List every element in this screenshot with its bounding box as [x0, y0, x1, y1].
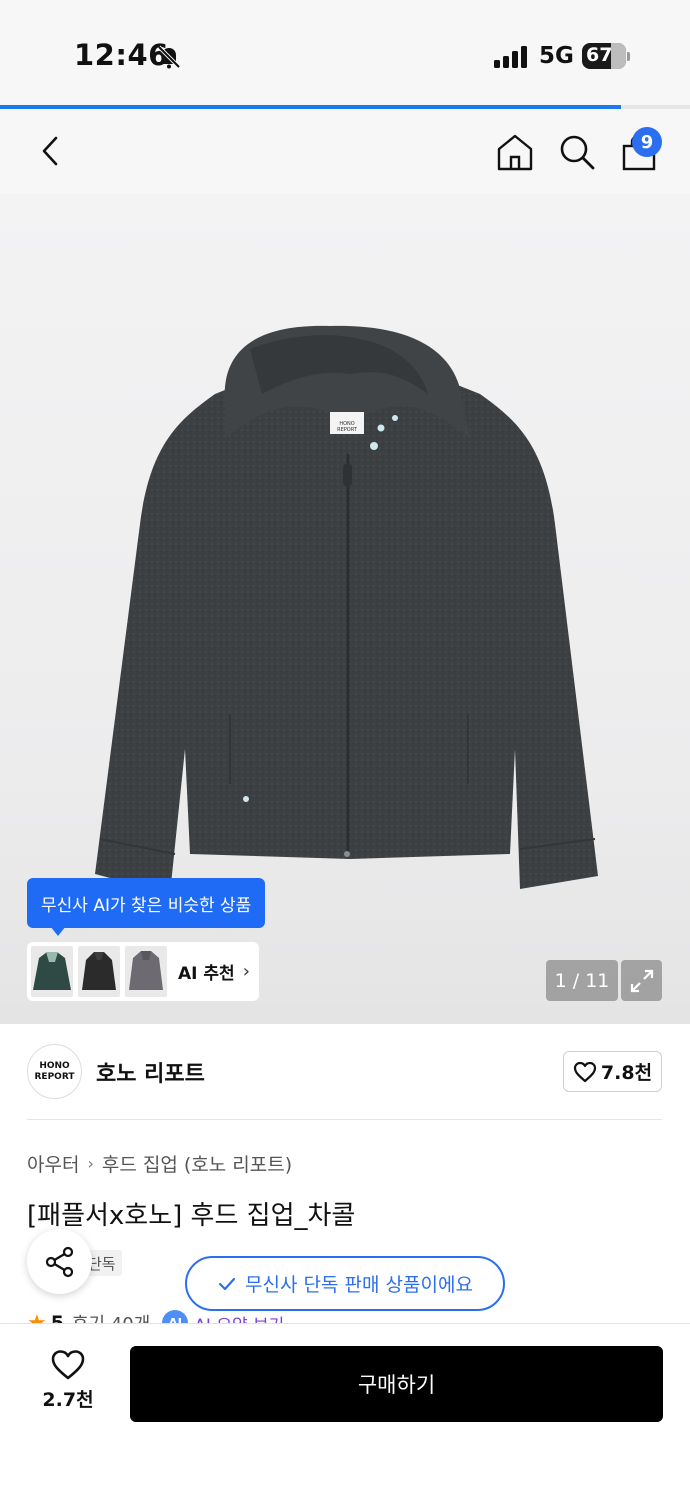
home-icon	[497, 134, 533, 171]
ai-recommend-label: AI 추천	[178, 964, 235, 984]
ai-thumbnail[interactable]	[31, 946, 73, 997]
signal-icon	[494, 46, 527, 68]
chevron-left-icon	[42, 136, 58, 166]
status-bar: 12:46 5G 67	[0, 0, 690, 105]
top-navigation	[0, 109, 690, 194]
exclusive-notice-text: 무신사 단독 판매 상품이에요	[245, 1274, 473, 1296]
brand-name[interactable]: 호노 리포트	[96, 1056, 205, 1088]
brand-like-button[interactable]: 7.8천	[563, 1051, 662, 1092]
image-page-indicator: 1 / 11	[546, 960, 618, 1001]
breadcrumb-separator-icon: ›	[87, 1154, 94, 1173]
product-like-button[interactable]: 2.7천	[30, 1349, 106, 1419]
brand-like-count: 7.8천	[600, 1062, 653, 1084]
brand-row: HONO REPORT 호노 리포트 7.8천	[0, 1024, 690, 1120]
check-icon	[218, 1277, 236, 1290]
heart-icon	[573, 1061, 597, 1082]
garment-label-text: HONO REPORT	[337, 421, 357, 433]
divider	[27, 1119, 662, 1120]
breadcrumb-subcategory[interactable]: 후드 집업 (호노 리포트)	[102, 1150, 292, 1177]
chevron-right-icon: ›	[242, 961, 250, 982]
heart-icon	[51, 1350, 85, 1380]
search-button[interactable]	[556, 131, 598, 173]
buy-button[interactable]: 구매하기	[130, 1346, 663, 1422]
brand-logo[interactable]: HONO REPORT	[27, 1044, 82, 1099]
home-button[interactable]	[494, 131, 536, 173]
status-time: 12:46	[74, 38, 169, 72]
ai-similar-products-tooltip: 무신사 AI가 찾은 비슷한 상품	[27, 878, 266, 928]
cart-count-badge: 9	[632, 127, 662, 157]
share-button[interactable]	[27, 1229, 92, 1294]
exclusive-notice-pill: 무신사 단독 판매 상품이에요	[185, 1256, 505, 1311]
ai-thumbnail[interactable]	[125, 946, 167, 997]
ai-thumbnail[interactable]	[78, 946, 120, 997]
expand-image-button[interactable]	[621, 960, 662, 1001]
back-button[interactable]	[30, 131, 70, 171]
bottom-action-bar: 2.7천 구매하기	[0, 1323, 690, 1500]
share-icon	[45, 1246, 73, 1277]
bell-off-icon	[157, 45, 181, 69]
expand-icon	[630, 969, 653, 992]
product-like-count: 2.7천	[42, 1389, 94, 1411]
product-title: [패플서x호노] 후드 집업_차콜	[27, 1201, 356, 1231]
brand-logo-line1: HONO	[39, 1060, 70, 1071]
ai-recommendation-card[interactable]: AI 추천 ›	[27, 942, 259, 1001]
breadcrumb-category[interactable]: 아우터	[27, 1150, 79, 1177]
battery-level: 67	[586, 44, 613, 66]
network-label: 5G	[539, 43, 574, 69]
brand-logo-line2: REPORT	[34, 1071, 75, 1082]
breadcrumb: 아우터 › 후드 집업 (호노 리포트)	[27, 1150, 292, 1177]
search-icon	[560, 135, 595, 170]
tooltip-arrow	[50, 926, 66, 936]
battery-icon: 67	[582, 43, 630, 69]
